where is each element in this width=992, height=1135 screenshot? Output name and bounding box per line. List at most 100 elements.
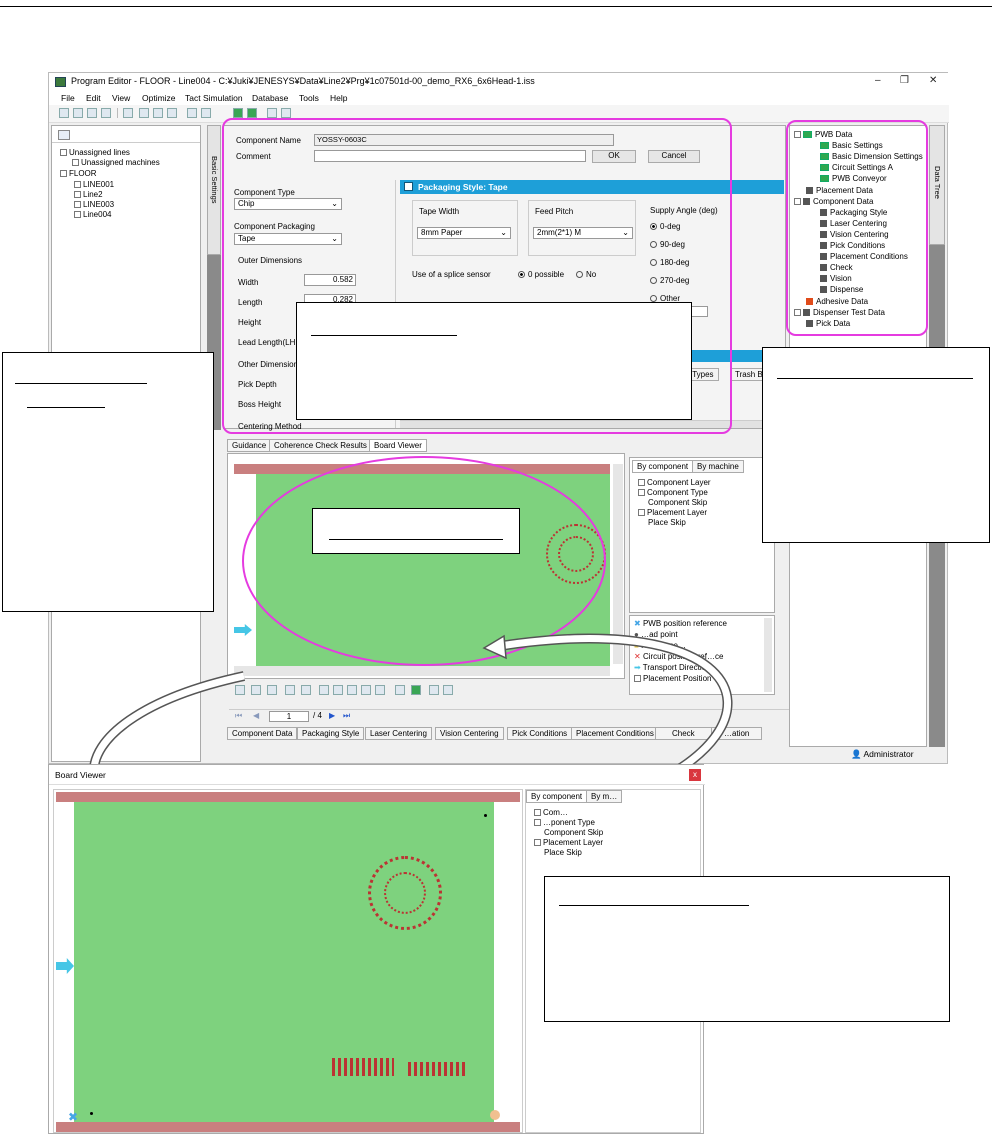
close-icon[interactable]: ✕ [929,75,937,86]
callout-board-viewer-window [544,876,950,1022]
move-icon[interactable] [267,685,277,695]
menu-file[interactable]: File [61,93,75,103]
data-tree-side-tab[interactable]: Data Tree [929,125,945,245]
print-icon[interactable] [101,108,111,118]
transport-arrow-icon [234,624,252,636]
save-icon[interactable] [87,108,97,118]
undo-icon[interactable] [123,108,133,118]
new-icon[interactable] [59,108,69,118]
zoom-area-icon[interactable] [361,685,371,695]
tree-item-line003[interactable]: LINE003 [74,200,114,209]
grid-icon[interactable] [251,685,261,695]
tab-board-viewer[interactable]: Board Viewer [369,439,427,452]
restore-icon[interactable]: ❐ [900,75,909,86]
filter-component-type[interactable]: Component Type [638,488,708,497]
rotate-icon[interactable] [301,685,311,695]
legend-circuit-position: ✕ Circuit position ref…ce [634,652,724,661]
menu-tact-simulation[interactable]: Tact Simulation [185,93,243,103]
filter-placement-layer-large[interactable]: Placement Layer [534,838,603,847]
filter-place-skip[interactable]: Place Skip [648,518,686,527]
tab-placement-conditions[interactable]: Placement Conditions [571,727,659,740]
copy-icon[interactable] [153,108,163,118]
filter-component-layer-large[interactable]: Com… [534,808,568,817]
board-viewer-title: Board Viewer [55,770,106,780]
legend-panel: ✖ PWB position reference ● …ad point ■ R… [629,615,775,695]
first-page-icon[interactable]: ⏮ [235,711,242,721]
tree-toolbar-icon[interactable] [58,130,70,140]
tab-vision-centering[interactable]: Vision Centering [435,727,504,740]
board-icon[interactable] [233,108,243,118]
page-input[interactable]: 1 [269,711,309,722]
tab-component-data[interactable]: Component Data [227,727,298,740]
menu-edit[interactable]: Edit [86,93,101,103]
filter-component-skip-large[interactable]: Component Skip [544,828,603,837]
viewer-vscroll[interactable] [613,464,623,664]
board-viewer-icon[interactable] [247,108,257,118]
tab-pick-conditions[interactable]: Pick Conditions [507,727,573,740]
simulate-icon[interactable] [281,108,291,118]
layout-icon[interactable] [235,685,245,695]
optimize-icon[interactable] [267,108,277,118]
callout-board-viewer [312,508,520,554]
viewer-tabs: Guidance Coherence Check Results Board V… [223,439,787,452]
last-page-icon[interactable]: ⏭ [343,711,350,721]
zoom-in-icon[interactable] [319,685,329,695]
paint-icon[interactable] [429,685,439,695]
open-icon[interactable] [73,108,83,118]
legend-scrollbar[interactable] [764,618,772,692]
tree-item-line001[interactable]: LINE001 [74,180,114,189]
find-icon[interactable] [187,108,197,118]
prev-page-icon[interactable]: ◀ [253,711,259,720]
tab-by-component-large[interactable]: By component [526,790,588,803]
menu-bar: File Edit View Optimize Tact Simulation … [49,91,949,105]
menu-tools[interactable]: Tools [299,93,319,103]
cut-icon[interactable] [139,108,149,118]
status-user: 👤 Administrator [851,749,914,759]
zoom-fit-icon[interactable] [347,685,357,695]
tab-guidance[interactable]: Guidance [227,439,272,452]
tab-by-machine[interactable]: By machine [692,460,744,473]
filter-placement-layer[interactable]: Placement Layer [638,508,707,517]
flip-icon[interactable] [285,685,295,695]
menu-database[interactable]: Database [252,93,288,103]
callout-component-editor [296,302,692,420]
tree-item-floor[interactable]: FLOOR [60,169,97,178]
tab-by-machine-large[interactable]: By m… [586,790,623,803]
menu-optimize[interactable]: Optimize [142,93,176,103]
tab-coherence-check[interactable]: Coherence Check Results [269,439,372,452]
callout-underline [329,539,503,540]
basic-settings-side-tab[interactable]: Basic Settings [207,125,221,255]
viewer-hscroll[interactable] [234,666,610,676]
board-viewer-titlebar: Board Viewer x [49,765,705,785]
filter-component-type-large[interactable]: …ponent Type [534,818,595,827]
minimize-icon[interactable]: – [875,75,881,86]
tree-item-line004[interactable]: Line004 [74,210,111,219]
zoom-out-icon[interactable] [333,685,343,695]
export-icon[interactable] [443,685,453,695]
tab-by-component[interactable]: By component [632,460,694,473]
tree-item-line2[interactable]: Line2 [74,190,103,199]
menu-help[interactable]: Help [330,93,347,103]
tab-packaging-style[interactable]: Packaging Style [297,727,365,740]
board-viewer-large-canvas[interactable]: ✖ [53,789,523,1133]
legend-reference: ■ Reference… [634,641,686,650]
tab-laser-centering[interactable]: Laser Centering [365,727,432,740]
filter-place-skip-large[interactable]: Place Skip [544,848,582,857]
menu-view[interactable]: View [112,93,130,103]
zoom-window-icon[interactable] [375,685,385,695]
filter-component-layer[interactable]: Component Layer [638,478,711,487]
tree-item-unassigned-lines[interactable]: Unassigned lines [60,148,130,157]
board-viewer-close-icon[interactable]: x [689,769,701,781]
next-page-icon[interactable]: ▶ [329,711,335,720]
pcb-bottom-edge-large [56,1122,520,1132]
board-viewer-highlight [242,456,606,666]
tab-check[interactable]: Check [655,727,712,740]
board-toggle-icon[interactable] [411,685,421,695]
replace-icon[interactable] [201,108,211,118]
page-total: / 4 [313,711,322,720]
tab-vision[interactable]: …ation [711,727,763,740]
paste-icon[interactable] [167,108,177,118]
filter-component-skip[interactable]: Component Skip [648,498,707,507]
camera-icon[interactable] [395,685,405,695]
tree-item-unassigned-machines[interactable]: Unassigned machines [72,158,160,167]
